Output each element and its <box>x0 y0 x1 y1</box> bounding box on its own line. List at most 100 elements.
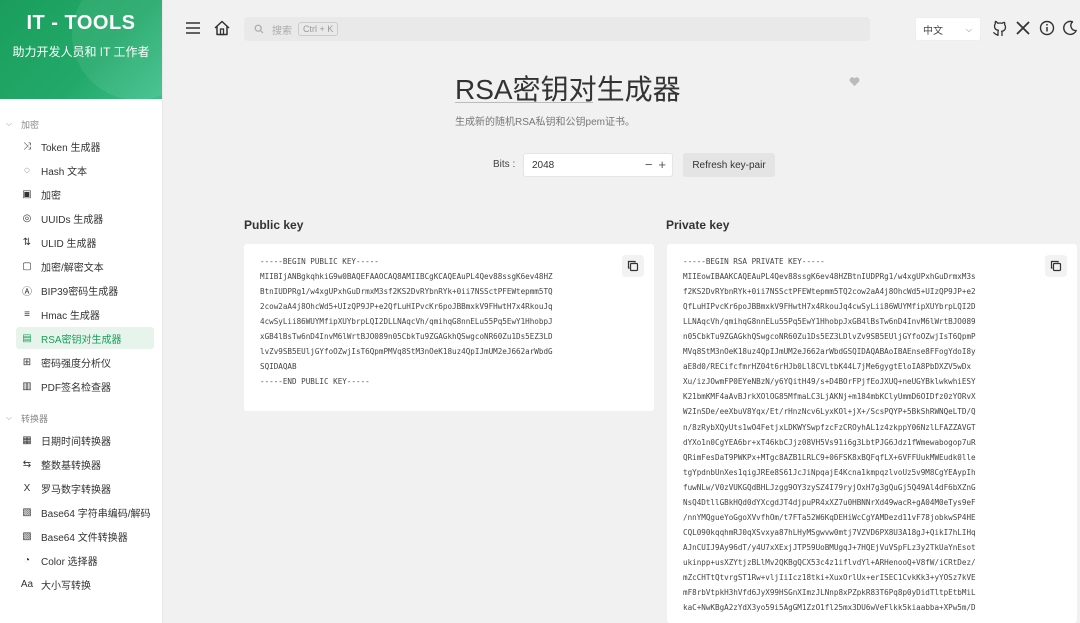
sidebar-item[interactable]: ⤨ Token 生成器 <box>16 135 154 157</box>
home-icon[interactable] <box>213 19 231 37</box>
sidebar-item-label: Color 选择器 <box>41 556 98 568</box>
private-key-label: Private key <box>666 218 730 232</box>
public-key-text[interactable]: -----BEGIN PUBLIC KEY----- MIIBIjANBgkqh… <box>244 244 654 389</box>
short-text-icon: ≡ <box>24 308 30 320</box>
copy-private-key-button[interactable] <box>1045 255 1067 277</box>
lock-icon: ▣ <box>22 188 32 200</box>
copy-public-key-button[interactable] <box>622 255 644 277</box>
language-select[interactable]: 中文 ⌵ <box>915 17 981 41</box>
nav-group-crypto[interactable]: ⌵ 加密 <box>0 117 162 131</box>
bits-label: Bits : <box>493 159 516 170</box>
chevron-down-icon: ⌵ <box>6 119 13 128</box>
sidebar-item[interactable]: ▧ Base64 字符串编码/解码 <box>16 501 154 523</box>
sidebar-item-label: 大小写转换 <box>41 580 91 592</box>
sidebar-item[interactable]: Ⓐ BIP39密码生成器 <box>16 279 154 301</box>
bits-input[interactable]: 2048 − + <box>523 153 673 177</box>
github-icon[interactable] <box>992 20 1008 36</box>
calendar-icon: ▦ <box>22 434 32 446</box>
private-key-card: -----BEGIN RSA PRIVATE KEY----- MIIEowIB… <box>667 244 1077 623</box>
private-key-text[interactable]: -----BEGIN RSA PRIVATE KEY----- MIIEowIB… <box>667 244 1077 615</box>
sidebar-item-label: 罗马数字转换器 <box>41 484 111 496</box>
file-digit-icon: ▧ <box>22 530 32 542</box>
sidebar-item[interactable]: ◔ Color 选择器 <box>16 549 154 571</box>
sidebar: IT - TOOLS 助力开发人员和 IT 工作者 ⌵ 加密 ⤨ Token 生成… <box>0 0 163 623</box>
public-key-label: Public key <box>244 218 304 232</box>
nav-group-label: 转换器 <box>21 413 49 424</box>
sidebar-item[interactable]: ▥ PDF签名检查器 <box>16 375 154 397</box>
language-value: 中文 <box>923 25 943 37</box>
sort-icon: ⇅ <box>22 236 32 248</box>
sidebar-item[interactable]: ◌ Hash 文本 <box>16 159 154 181</box>
sidebar-item-label: 日期时间转换器 <box>41 436 111 448</box>
sidebar-item-label: Token 生成器 <box>41 142 101 154</box>
sidebar-item[interactable]: ▤ RSA密钥对生成器 <box>16 327 154 349</box>
copy-icon <box>1050 260 1062 272</box>
nav-group-label: 加密 <box>21 119 40 130</box>
sidebar-item[interactable]: ⊞ 密码强度分析仪 <box>16 351 154 373</box>
sidebar-item[interactable]: X 罗马数字转换器 <box>16 477 154 499</box>
sidebar-item[interactable]: ▦ 日期时间转换器 <box>16 429 154 451</box>
main-content: RSA密钥对生成器 生成新的随机RSA私钥和公钥pem证书。 Bits : 20… <box>163 58 1080 623</box>
bits-value: 2048 <box>532 159 555 171</box>
info-icon[interactable] <box>1039 20 1055 36</box>
sidebar-item-label: UUIDs 生成器 <box>41 214 104 226</box>
title-divider <box>455 102 593 103</box>
sidebar-item[interactable]: ▢ 加密/解密文本 <box>16 255 154 277</box>
bits-stepper: − + <box>645 157 666 172</box>
sidebar-item[interactable]: ≡ Hmac 生成器 <box>16 303 154 325</box>
certificate-icon: ▤ <box>22 332 32 344</box>
public-key-card: -----BEGIN PUBLIC KEY----- MIIBIjANBgkqh… <box>244 244 654 411</box>
brand-header[interactable]: IT - TOOLS 助力开发人员和 IT 工作者 <box>0 0 162 99</box>
sidebar-item[interactable]: ⇅ ULID 生成器 <box>16 231 154 253</box>
file-digit-icon: ▧ <box>22 506 32 518</box>
sidebar-item-label: Base64 文件转换器 <box>41 532 128 544</box>
sidebar-item-label: 密码强度分析仪 <box>41 358 111 370</box>
letter-case-icon: Aa <box>20 578 34 590</box>
chevron-down-icon: ⌵ <box>965 25 972 34</box>
alpha-icon: Ⓐ <box>22 286 32 298</box>
letter-x-icon: X <box>23 482 31 494</box>
sidebar-item-label: Hmac 生成器 <box>41 310 100 322</box>
sidebar-item-label: 整数基转换器 <box>41 460 101 472</box>
sidebar-item[interactable]: ◎ UUIDs 生成器 <box>16 207 154 229</box>
sidebar-item[interactable]: ⇆ 整数基转换器 <box>16 453 154 475</box>
eye-off-icon: ◌ <box>24 164 30 176</box>
shuffle-icon: ⤨ <box>23 140 31 152</box>
file-cert-icon: ▥ <box>22 380 32 392</box>
sidebar-item-label: ULID 生成器 <box>41 238 97 250</box>
search-icon <box>254 24 264 34</box>
page-description: 生成新的随机RSA私钥和公钥pem证书。 <box>455 117 636 128</box>
search-placeholder: 搜索 <box>272 25 292 37</box>
x-twitter-icon[interactable] <box>1015 20 1031 36</box>
sidebar-nav: ⌵ 加密 ⤨ Token 生成器 ◌ Hash 文本 ▣ 加密 ◎ UUIDs 生成器 ⇅ ULI… <box>0 99 162 595</box>
sidebar-item[interactable]: Aa 大小写转换 <box>16 573 154 595</box>
copy-icon <box>627 260 639 272</box>
chevron-down-icon: ⌵ <box>6 413 13 422</box>
palette-icon: ◔ <box>23 554 31 566</box>
sidebar-item-label: Base64 字符串编码/解码 <box>41 508 151 520</box>
topbar: 搜索 Ctrl + K 中文 ⌵ <box>163 0 1080 58</box>
sidebar-item[interactable]: ▧ Base64 文件转换器 <box>16 525 154 547</box>
moon-icon[interactable] <box>1062 20 1078 36</box>
plus-icon[interactable]: + <box>658 157 666 172</box>
minus-icon[interactable]: − <box>645 157 653 172</box>
sidebar-item-label: 加密/解密文本 <box>41 262 104 274</box>
sidebar-item-label: BIP39密码生成器 <box>41 286 119 298</box>
password-icon: ⊞ <box>22 356 32 368</box>
sidebar-item-label: Hash 文本 <box>41 166 88 178</box>
search-shortcut: Ctrl + K <box>298 22 339 36</box>
heart-icon[interactable] <box>849 76 860 87</box>
sidebar-item[interactable]: ▣ 加密 <box>16 183 154 205</box>
brand-subtitle: 助力开发人员和 IT 工作者 <box>12 45 150 59</box>
brand-title: IT - TOOLS <box>26 12 136 34</box>
arrows-icon: ⇆ <box>22 458 32 470</box>
menu-icon[interactable] <box>185 20 201 36</box>
sidebar-item-label: 加密 <box>41 190 61 202</box>
sidebar-item-label: RSA密钥对生成器 <box>41 334 122 346</box>
lock-open-icon: ▢ <box>22 260 32 272</box>
fingerprint-icon: ◎ <box>22 212 32 224</box>
search-input[interactable]: 搜索 Ctrl + K <box>244 17 870 41</box>
sidebar-item-label: PDF签名检查器 <box>41 382 111 394</box>
refresh-key-pair-button[interactable]: Refresh key-pair <box>683 153 775 177</box>
nav-group-converter[interactable]: ⌵ 转换器 <box>0 411 162 425</box>
